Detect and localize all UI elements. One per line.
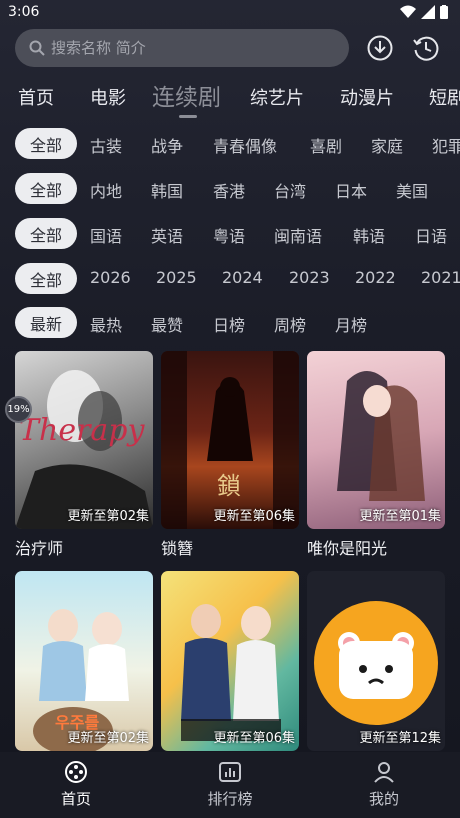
search-icon [29, 40, 45, 56]
genre-option[interactable]: 家庭 [371, 133, 403, 157]
year-option[interactable]: 2026 [90, 268, 131, 287]
language-option[interactable]: 韩语 [353, 223, 385, 247]
watch-progress-badge: 19% [5, 396, 32, 423]
sort-option[interactable]: 周榜 [274, 312, 306, 336]
poster-image [181, 604, 281, 741]
poster-title-text: 鎖 [217, 472, 241, 500]
sort-option[interactable]: 最热 [90, 312, 122, 336]
episode-update-label: 更新至第02集 [67, 509, 149, 524]
nav-home[interactable]: 首页 [31, 760, 121, 809]
year-option[interactable]: 2025 [156, 268, 197, 287]
drama-title[interactable]: 锁簪 [161, 535, 193, 559]
drama-card[interactable]: 更新至第01集 [307, 351, 445, 529]
language-option[interactable]: 日语 [415, 223, 447, 247]
region-option[interactable]: 香港 [213, 178, 245, 202]
drama-title[interactable]: 唯你是阳光 [307, 535, 387, 559]
search-input[interactable] [51, 39, 311, 57]
episode-update-label: 更新至第06集 [213, 731, 295, 746]
tab-short-drama[interactable]: 短剧 [429, 84, 460, 110]
sort-option[interactable]: 最赞 [151, 312, 183, 336]
genre-option[interactable]: 喜剧 [310, 133, 342, 157]
tab-variety[interactable]: 综艺片 [250, 84, 304, 110]
language-option[interactable]: 粤语 [213, 223, 245, 247]
nav-label: 我的 [368, 790, 399, 808]
language-option[interactable]: 国语 [90, 223, 122, 247]
bottom-navigation: 首页 排行榜 我的 [0, 752, 460, 818]
episode-update-label: 更新至第06集 [213, 509, 295, 524]
region-option[interactable]: 台湾 [274, 178, 306, 202]
nav-profile[interactable]: 我的 [339, 760, 429, 809]
history-icon [413, 36, 439, 61]
poster-image [337, 371, 425, 501]
lion-placeholder-image [314, 601, 438, 725]
genre-chip-all[interactable]: 全部 [15, 128, 77, 159]
drama-card[interactable]: 鎖 更新至第06集 [161, 351, 299, 529]
profile-icon [374, 762, 394, 783]
status-bar: 3:06 [0, 0, 460, 24]
chart-icon [219, 762, 241, 782]
poster-title-text: Therapy [19, 413, 145, 448]
episode-update-label: 更新至第01集 [359, 509, 441, 524]
nav-label: 首页 [60, 790, 91, 808]
filter-sort: 最新 最热 最赞 日榜 周榜 月榜 [0, 307, 460, 339]
genre-option[interactable]: 犯罪 [432, 133, 460, 157]
app-screen: 3:06 首页 电影 连续剧 综艺片 动漫片 [0, 0, 460, 818]
battery-icon [440, 5, 448, 19]
year-option[interactable]: 2022 [355, 268, 396, 287]
sort-chip-latest[interactable]: 最新 [15, 307, 77, 338]
wifi-icon [400, 5, 416, 18]
year-chip-all[interactable]: 全部 [15, 263, 77, 294]
filter-language: 全部 国语 英语 粤语 闽南语 韩语 日语 [0, 218, 460, 250]
drama-card[interactable]: 우주를 更新至第02集 [15, 571, 153, 751]
drama-card[interactable]: 更新至第12集 [307, 571, 445, 751]
episode-update-label: 更新至第02集 [67, 731, 149, 746]
tab-home[interactable]: 首页 [18, 84, 54, 110]
status-icons [400, 5, 448, 19]
download-icon [367, 35, 393, 61]
region-option[interactable]: 美国 [396, 178, 428, 202]
sort-option[interactable]: 月榜 [335, 312, 367, 336]
drama-title[interactable]: 治疗师 [15, 535, 63, 559]
language-option[interactable]: 英语 [151, 223, 183, 247]
tab-movies[interactable]: 电影 [90, 84, 126, 110]
region-option[interactable]: 日本 [335, 178, 367, 202]
download-button[interactable] [365, 33, 395, 63]
drama-card[interactable]: Therapy 更新至第02集 [15, 351, 153, 529]
film-reel-icon [65, 761, 87, 783]
tab-anime[interactable]: 动漫片 [340, 84, 394, 110]
filter-genre: 全部 古装 战争 青春偶像 喜剧 家庭 犯罪 [0, 128, 460, 160]
language-chip-all[interactable]: 全部 [15, 218, 77, 249]
tab-series[interactable]: 连续剧 [152, 78, 221, 112]
episode-update-label: 更新至第12集 [359, 731, 441, 746]
drama-card[interactable]: 更新至第06集 [161, 571, 299, 751]
filter-region: 全部 内地 韩国 香港 台湾 日本 美国 [0, 173, 460, 205]
sort-option[interactable]: 日榜 [213, 312, 245, 336]
nav-ranking[interactable]: 排行榜 [185, 760, 275, 809]
region-option[interactable]: 韩国 [151, 178, 183, 202]
history-button[interactable] [411, 33, 441, 63]
genre-option[interactable]: 青春偶像 [213, 133, 277, 157]
genre-option[interactable]: 战争 [151, 133, 183, 157]
genre-option[interactable]: 古装 [90, 133, 122, 157]
search-bar[interactable] [15, 29, 349, 67]
nav-label: 排行榜 [207, 790, 253, 808]
status-time: 3:06 [8, 4, 40, 20]
language-option[interactable]: 闽南语 [274, 223, 322, 247]
poster-image [161, 351, 299, 529]
year-option[interactable]: 2023 [289, 268, 330, 287]
filter-year: 全部 2026 2025 2024 2023 2022 2021 [0, 263, 460, 295]
year-option[interactable]: 2024 [222, 268, 263, 287]
signal-icon [421, 5, 435, 19]
active-tab-indicator [179, 115, 197, 118]
main-category-tabs: 首页 电影 连续剧 综艺片 动漫片 短剧 [0, 76, 460, 118]
region-chip-all[interactable]: 全部 [15, 173, 77, 204]
year-option[interactable]: 2021 [421, 268, 460, 287]
region-option[interactable]: 内地 [90, 178, 122, 202]
